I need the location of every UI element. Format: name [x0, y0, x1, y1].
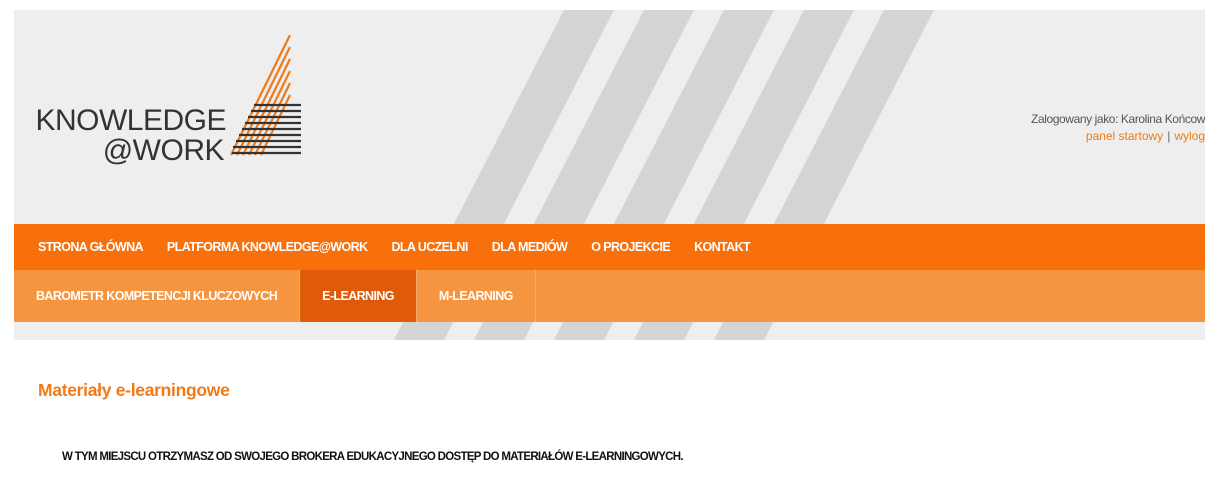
nav-item-universities[interactable]: DLA UCZELNI [391, 240, 468, 254]
link-separator: | [1167, 129, 1171, 143]
knowledge-at-work-logo[interactable]: KNOWLEDGE @WORK [35, 35, 316, 175]
logo-text-line1: KNOWLEDGE [35, 104, 226, 137]
nav-item-about[interactable]: O PROJEKCIE [591, 240, 670, 254]
subnav-item-m-learning[interactable]: M-LEARNING [417, 270, 536, 322]
notice-text: W TYM MIEJSCU OTRZYMASZ OD SWOJEGO BROKE… [62, 451, 684, 463]
main-navigation: STRONA GŁÓWNA PLATFORMA KNOWLEDGE@WORK D… [14, 224, 1205, 270]
main-content: Materiały e-learningowe W TYM MIEJSCU OT… [14, 340, 1205, 497]
nav-item-home[interactable]: STRONA GŁÓWNA [38, 240, 144, 254]
logo-text-line2: @WORK [102, 134, 225, 167]
subnav-item-e-learning[interactable]: E-LEARNING [300, 270, 417, 322]
user-status: Zalogowany jako: Karolina Końcow panel s… [945, 112, 1205, 143]
user-links: panel startowy | wylog [945, 129, 1205, 143]
dashboard-link[interactable]: panel startowy [1086, 129, 1163, 143]
subnav-item-barometer[interactable]: BAROMETR KOMPETENCJI KLUCZOWYCH [14, 270, 301, 322]
nav-item-platform[interactable]: PLATFORMA KNOWLEDGE@WORK [167, 240, 368, 254]
nav-item-contact[interactable]: KONTAKT [694, 240, 751, 254]
sub-navigation: BAROMETR KOMPETENCJI KLUCZOWYCH E-LEARNI… [14, 270, 1205, 322]
logout-link[interactable]: wylog [1174, 129, 1205, 143]
nav-item-media[interactable]: DLA MEDIÓW [492, 240, 568, 254]
logged-in-as-text: Zalogowany jako: Karolina Końcow [1031, 112, 1205, 126]
page-title: Materiały e-learningowe [38, 380, 230, 400]
